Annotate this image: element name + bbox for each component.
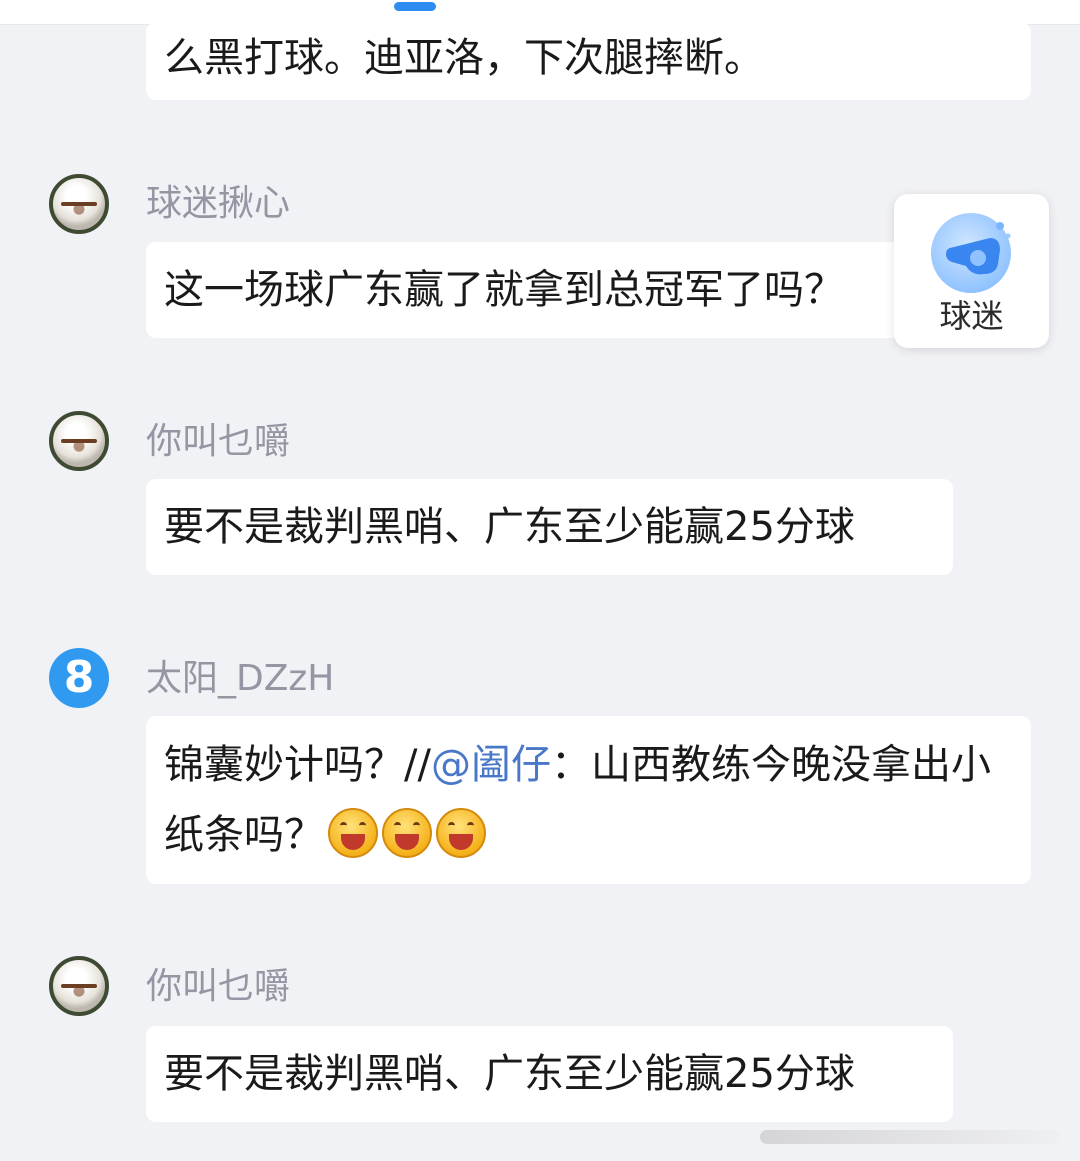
- comment-bubble[interactable]: 么黑打球。迪亚洛，下次腿摔断。: [146, 22, 1031, 100]
- grinning-face-icon: [328, 808, 378, 858]
- soccer-ball-avatar-icon[interactable]: [49, 956, 109, 1016]
- comment-text-before: 锦囊妙计吗？//: [164, 742, 431, 788]
- comment-text: 这一场球广东赢了就拿到总冠军了吗？: [164, 267, 844, 313]
- fan-floating-button[interactable]: 球迷: [894, 194, 1049, 348]
- soccer-ball-avatar-icon[interactable]: [49, 174, 109, 234]
- fan-button-label: 球迷: [939, 297, 1004, 335]
- comment-username[interactable]: 球迷揪心: [146, 182, 290, 226]
- soccer-ball-avatar-icon[interactable]: [49, 411, 109, 471]
- comment-text: 要不是裁判黑哨、广东至少能赢25分球: [164, 1051, 855, 1097]
- active-tab-indicator: [394, 2, 436, 11]
- comment-text: 么黑打球。迪亚洛，下次腿摔断。: [164, 35, 764, 81]
- grinning-face-icon: [382, 808, 432, 858]
- comment-bubble[interactable]: 这一场球广东赢了就拿到总冠军了吗？: [146, 242, 906, 338]
- whistle-icon: [931, 213, 1011, 293]
- mention-link[interactable]: @阖仔: [431, 742, 551, 788]
- comment-username[interactable]: 你叫乜嚼: [146, 420, 290, 464]
- comment-username[interactable]: 你叫乜嚼: [146, 965, 290, 1009]
- scroll-hint: [760, 1130, 1060, 1144]
- comment-bubble[interactable]: 要不是裁判黑哨、广东至少能赢25分球: [146, 479, 953, 575]
- comment-bubble[interactable]: 要不是裁判黑哨、广东至少能赢25分球: [146, 1026, 953, 1122]
- comment-bubble[interactable]: 锦囊妙计吗？//@阖仔：山西教练今晚没拿出小纸条吗？: [146, 716, 1031, 884]
- comment-text: 要不是裁判黑哨、广东至少能赢25分球: [164, 504, 855, 550]
- comment-username[interactable]: 太阳_DZzH: [146, 657, 334, 701]
- grinning-face-icon: [436, 808, 486, 858]
- number-eight-avatar-icon[interactable]: 8: [49, 648, 109, 708]
